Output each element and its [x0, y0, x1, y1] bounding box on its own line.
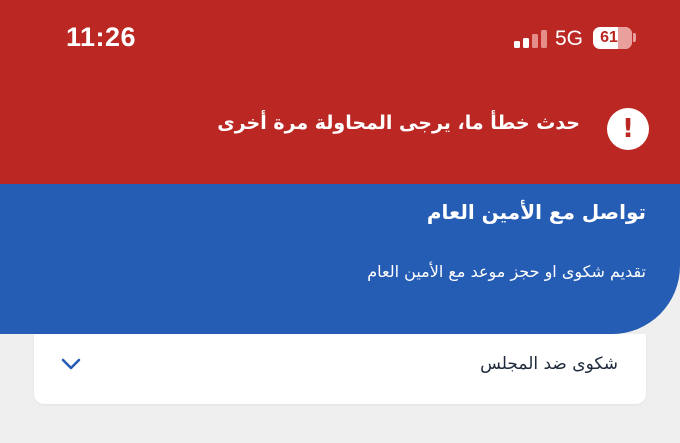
cellular-signal-icon — [514, 30, 548, 48]
page-subtitle: تقديم شكوى او حجز موعد مع الأمين العام — [367, 262, 646, 281]
battery-level: 61 — [600, 29, 618, 46]
chevron-down-icon[interactable] — [60, 357, 82, 371]
exclamation-icon: ! — [607, 108, 649, 150]
battery-icon: 61 — [593, 27, 632, 49]
complaint-type-dropdown[interactable]: شكوى ضد المجلس — [34, 334, 646, 404]
status-time: 11:26 — [66, 22, 137, 52]
error-message: حدث خطأ ما، يرجى المحاولة مرة أخرى — [217, 112, 580, 134]
dropdown-selected-value: شكوى ضد المجلس — [480, 354, 618, 374]
network-type: 5G — [555, 27, 584, 50]
page-header: تواصل مع الأمين العام تقديم شكوى او حجز … — [0, 184, 680, 334]
status-bar: 11:26 5G 61 — [0, 0, 680, 78]
battery-nub — [633, 33, 636, 42]
page-title: تواصل مع الأمين العام — [426, 200, 646, 224]
